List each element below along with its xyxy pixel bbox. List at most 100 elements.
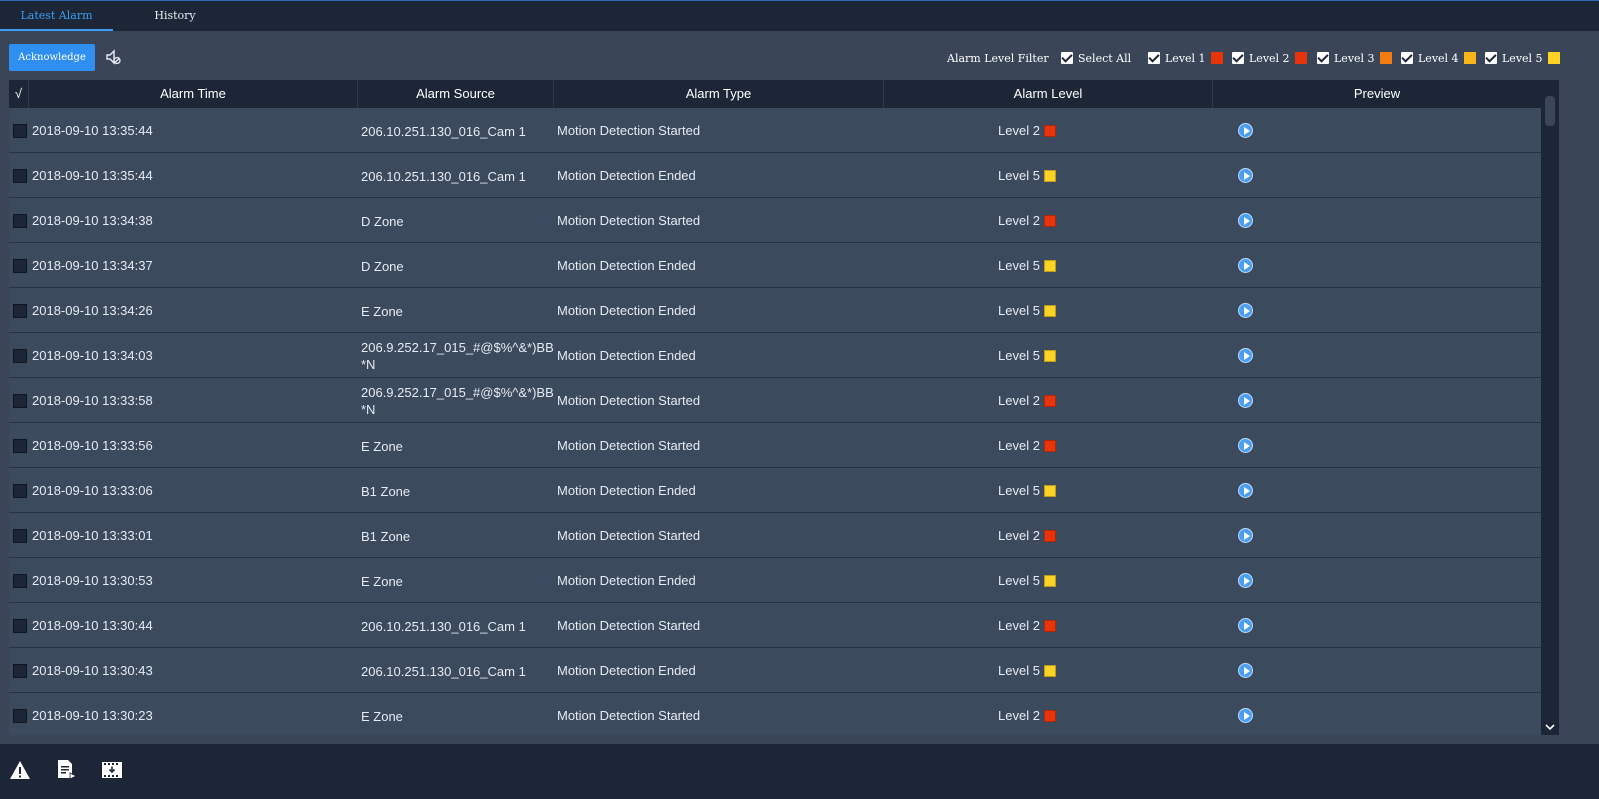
header-alarm-source[interactable]: Alarm Source	[358, 80, 554, 108]
report-export-icon[interactable]	[54, 758, 78, 782]
acknowledge-button[interactable]: Acknowledge	[9, 44, 95, 71]
filter-select-all[interactable]: Select All	[1061, 50, 1131, 66]
preview-play-icon[interactable]	[1238, 663, 1253, 678]
alarm-type: Motion Detection Started	[557, 213, 701, 228]
row-checkbox[interactable]	[13, 574, 27, 588]
preview-play-icon[interactable]	[1238, 438, 1253, 453]
table-row[interactable]: 2018-09-10 13:30:44 206.10.251.130_016_C…	[9, 603, 1541, 648]
filter-level-5[interactable]: Level 5	[1485, 50, 1560, 66]
table-row[interactable]: 2018-09-10 13:33:56 E Zone Motion Detect…	[9, 423, 1541, 468]
video-download-icon[interactable]	[100, 758, 124, 782]
alarm-source: E Zone	[361, 709, 403, 724]
alarm-level: Level 2	[998, 123, 1056, 138]
alarm-level-text: Level 2	[998, 708, 1040, 723]
preview-play-icon[interactable]	[1238, 528, 1253, 543]
table-row[interactable]: 2018-09-10 13:30:53 E Zone Motion Detect…	[9, 558, 1541, 603]
level-2-label: Level 2	[1249, 51, 1290, 65]
tab-history[interactable]: History	[130, 1, 220, 31]
table-row[interactable]: 2018-09-10 13:34:26 E Zone Motion Detect…	[9, 288, 1541, 333]
preview-play-icon[interactable]	[1238, 618, 1253, 633]
select-all-checkbox[interactable]	[1061, 52, 1073, 64]
preview-play-icon[interactable]	[1238, 303, 1253, 318]
alarm-time: 2018-09-10 13:34:26	[32, 303, 153, 318]
row-checkbox[interactable]	[13, 664, 27, 678]
alarm-level-swatch	[1043, 214, 1056, 227]
scrollbar-thumb[interactable]	[1545, 96, 1555, 126]
preview-play-icon[interactable]	[1238, 348, 1253, 363]
alarm-type: Motion Detection Started	[557, 123, 701, 138]
table-row[interactable]: 2018-09-10 13:33:58 206.9.252.17_015_#@$…	[9, 378, 1541, 423]
preview-play-icon[interactable]	[1238, 123, 1253, 138]
level-5-checkbox[interactable]	[1485, 52, 1497, 64]
alarm-time: 2018-09-10 13:35:44	[32, 168, 153, 183]
preview-play-icon[interactable]	[1238, 483, 1253, 498]
alarm-level-text: Level 5	[998, 573, 1040, 588]
alarm-level: Level 5	[998, 303, 1056, 318]
alarm-level: Level 2	[998, 213, 1056, 228]
alarm-source: 206.10.251.130_016_Cam 1	[361, 619, 526, 634]
level-3-checkbox[interactable]	[1317, 52, 1329, 64]
warning-icon[interactable]	[8, 758, 32, 782]
level-1-checkbox[interactable]	[1148, 52, 1160, 64]
level-4-checkbox[interactable]	[1401, 52, 1413, 64]
row-checkbox[interactable]	[13, 619, 27, 633]
alarm-level-text: Level 2	[998, 618, 1040, 633]
table-row[interactable]: 2018-09-10 13:30:43 206.10.251.130_016_C…	[9, 648, 1541, 693]
tab-latest-alarm[interactable]: Latest Alarm	[0, 1, 113, 31]
header-select-all-checkbox[interactable]: √	[9, 80, 29, 108]
sound-off-icon[interactable]	[104, 48, 122, 66]
alarm-source: D Zone	[361, 214, 404, 229]
level-3-swatch	[1379, 52, 1392, 64]
table-row[interactable]: 2018-09-10 13:35:44 206.10.251.130_016_C…	[9, 108, 1541, 153]
table-scrollbar[interactable]	[1541, 80, 1559, 735]
header-alarm-time[interactable]: Alarm Time	[29, 80, 358, 108]
preview-play-icon[interactable]	[1238, 393, 1253, 408]
table-row[interactable]: 2018-09-10 13:33:01 B1 Zone Motion Detec…	[9, 513, 1541, 558]
row-checkbox[interactable]	[13, 394, 27, 408]
table-row[interactable]: 2018-09-10 13:34:38 D Zone Motion Detect…	[9, 198, 1541, 243]
row-checkbox[interactable]	[13, 124, 27, 138]
table-row[interactable]: 2018-09-10 13:30:23 E Zone Motion Detect…	[9, 693, 1541, 735]
row-checkbox[interactable]	[13, 214, 27, 228]
table-row[interactable]: 2018-09-10 13:34:03 206.9.252.17_015_#@$…	[9, 333, 1541, 378]
table-row[interactable]: 2018-09-10 13:35:44 206.10.251.130_016_C…	[9, 153, 1541, 198]
scroll-down-chevron-icon[interactable]	[1544, 720, 1556, 732]
row-checkbox[interactable]	[13, 529, 27, 543]
alarm-source: E Zone	[361, 439, 403, 454]
preview-play-icon[interactable]	[1238, 168, 1253, 183]
alarm-time: 2018-09-10 13:33:56	[32, 438, 153, 453]
preview-play-icon[interactable]	[1238, 258, 1253, 273]
filter-level-1[interactable]: Level 1	[1148, 50, 1223, 66]
alarm-time: 2018-09-10 13:30:44	[32, 618, 153, 633]
row-checkbox[interactable]	[13, 259, 27, 273]
filter-level-4[interactable]: Level 4	[1401, 50, 1476, 66]
preview-play-icon[interactable]	[1238, 213, 1253, 228]
header-alarm-level[interactable]: Alarm Level	[884, 80, 1213, 108]
row-checkbox[interactable]	[13, 304, 27, 318]
alarm-time: 2018-09-10 13:33:01	[32, 528, 153, 543]
alarm-level: Level 5	[998, 348, 1056, 363]
alarm-type: Motion Detection Started	[557, 528, 701, 543]
row-checkbox[interactable]	[13, 169, 27, 183]
alarm-source: E Zone	[361, 574, 403, 589]
preview-play-icon[interactable]	[1238, 708, 1253, 723]
alarm-time: 2018-09-10 13:30:53	[32, 573, 153, 588]
row-checkbox[interactable]	[13, 484, 27, 498]
level-2-checkbox[interactable]	[1232, 52, 1244, 64]
filter-level-3[interactable]: Level 3	[1317, 50, 1392, 66]
filter-level-2[interactable]: Level 2	[1232, 50, 1307, 66]
alarm-type: Motion Detection Ended	[557, 303, 696, 318]
header-preview[interactable]: Preview	[1213, 80, 1541, 108]
preview-play-icon[interactable]	[1238, 573, 1253, 588]
alarm-level-swatch	[1043, 304, 1056, 317]
level-4-label: Level 4	[1418, 51, 1459, 65]
header-alarm-type[interactable]: Alarm Type	[554, 80, 884, 108]
row-checkbox[interactable]	[13, 349, 27, 363]
alarm-type: Motion Detection Ended	[557, 483, 696, 498]
row-checkbox[interactable]	[13, 709, 27, 723]
table-row[interactable]: 2018-09-10 13:34:37 D Zone Motion Detect…	[9, 243, 1541, 288]
row-checkbox[interactable]	[13, 439, 27, 453]
table-row[interactable]: 2018-09-10 13:33:06 B1 Zone Motion Detec…	[9, 468, 1541, 513]
alarm-level-text: Level 5	[998, 303, 1040, 318]
alarm-time: 2018-09-10 13:34:03	[32, 348, 153, 363]
